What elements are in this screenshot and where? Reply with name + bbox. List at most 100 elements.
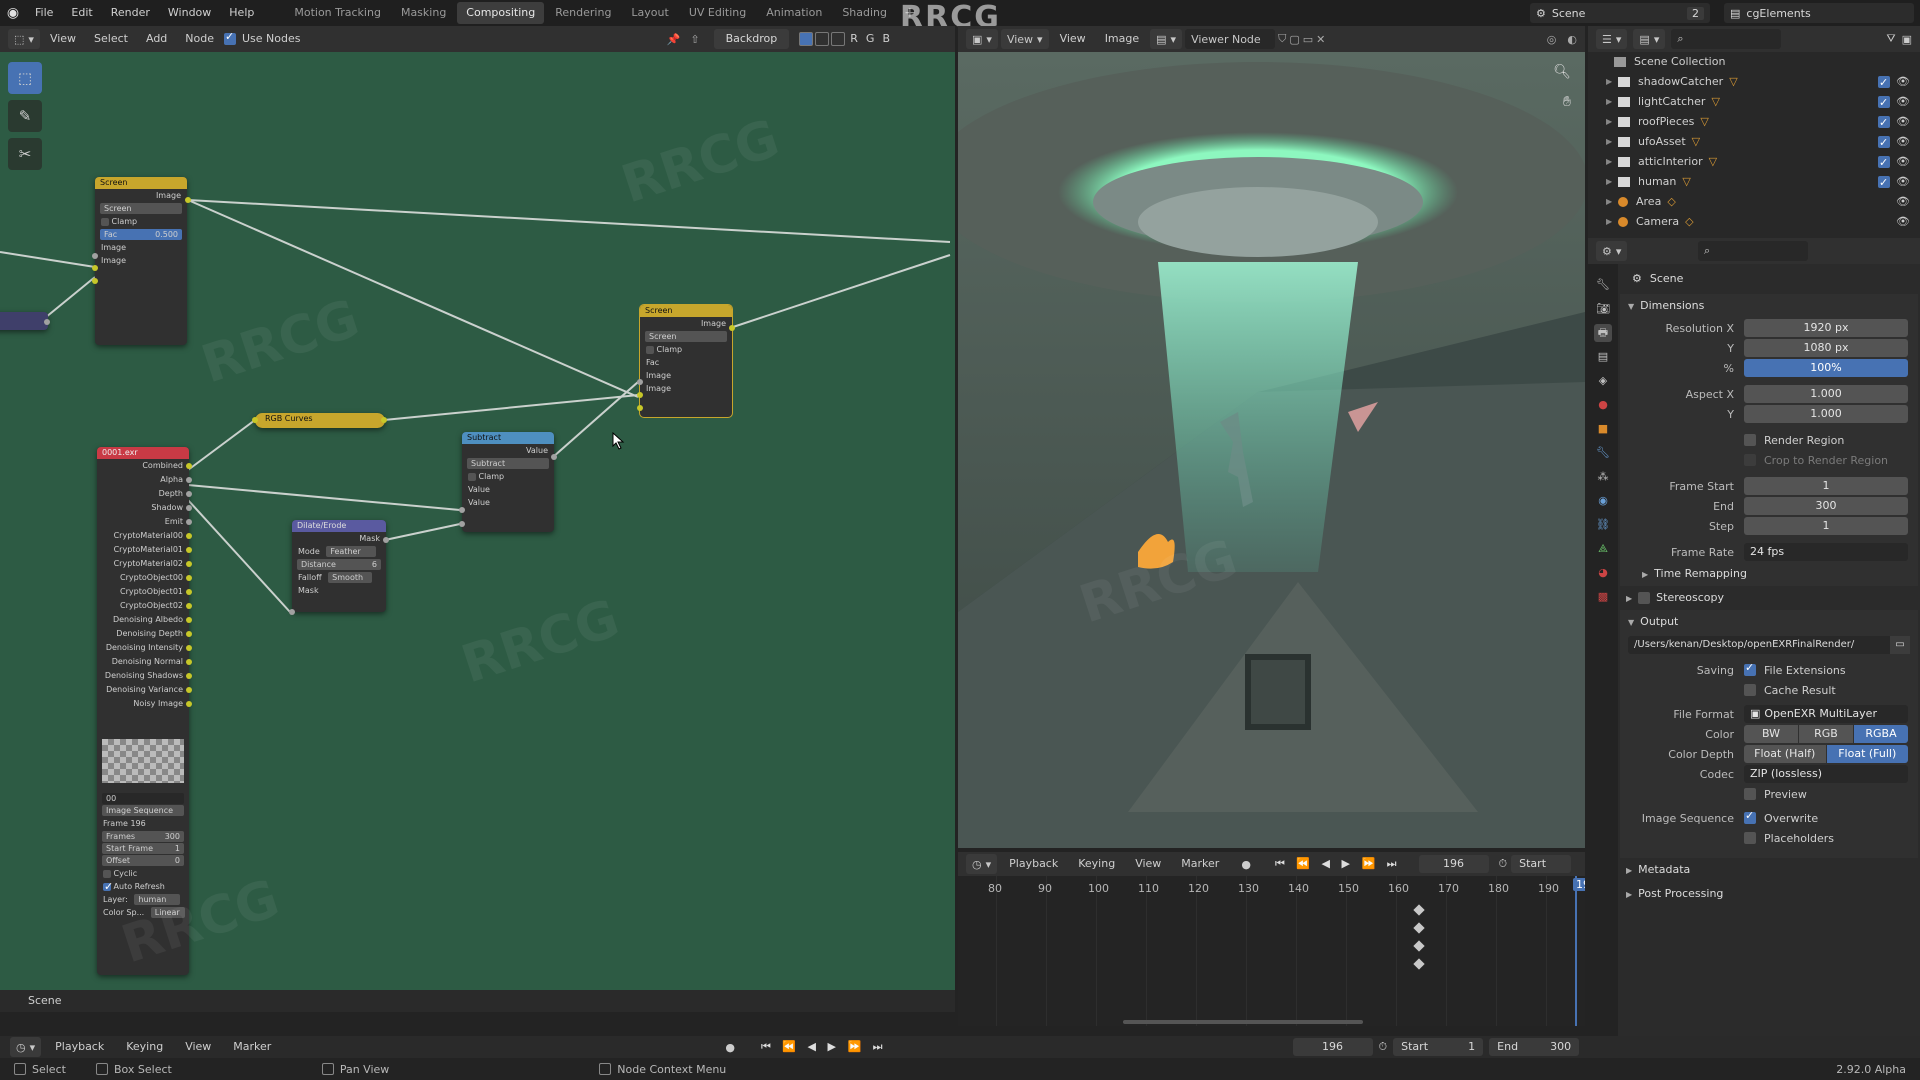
zoom-icon[interactable]: 🔍︎ bbox=[1553, 64, 1571, 80]
stereoscopy-checkbox[interactable] bbox=[1638, 592, 1651, 604]
timeline-body[interactable]: 80 90 100 110 120 130 140 150 160 170 180 190 196 bbox=[958, 876, 1585, 1026]
screen-node-1-clamp-checkbox[interactable] bbox=[101, 217, 109, 226]
expand-arrow-icon[interactable]: ▶ bbox=[1606, 112, 1612, 132]
exclude-checkbox[interactable] bbox=[1878, 113, 1890, 133]
partial-node-socket[interactable] bbox=[44, 319, 50, 325]
tab-masking[interactable]: Masking bbox=[392, 2, 455, 24]
screen-node-1-clamp[interactable]: Clamp bbox=[95, 215, 187, 228]
depth-full-button[interactable]: Float (Full) bbox=[1826, 745, 1908, 763]
dilate-falloff[interactable]: Falloff Smooth bbox=[292, 571, 386, 584]
channel-r[interactable]: R bbox=[847, 29, 861, 49]
node-menu-select[interactable]: Select bbox=[86, 29, 136, 49]
viewer-image[interactable]: 🔍︎ ✋︎ RRCG bbox=[958, 52, 1585, 848]
frame-end-field[interactable]: 300 bbox=[1744, 497, 1908, 515]
preview-toggle[interactable]: Preview bbox=[1744, 788, 1807, 801]
rgb-curves-node[interactable]: RGB Curves bbox=[255, 413, 385, 428]
outliner-item-roofpieces[interactable]: ▶ roofPieces ▽ 👁︎ bbox=[1588, 112, 1920, 133]
channel-g[interactable]: G bbox=[863, 29, 878, 49]
depth-half-button[interactable]: Float (Half) bbox=[1744, 745, 1826, 763]
screen-node-1-fac-socket[interactable] bbox=[92, 253, 98, 259]
folder-icon[interactable]: ▭ bbox=[1890, 636, 1910, 654]
screen-node-1-blend-dropdown[interactable]: Screen bbox=[100, 203, 182, 214]
image-cyclic[interactable]: Cyclic bbox=[97, 867, 189, 880]
layer-dropdown[interactable]: human bbox=[134, 894, 181, 905]
expand-arrow-icon[interactable]: ▶ bbox=[1606, 172, 1612, 192]
blender-logo-icon[interactable]: ◉ bbox=[0, 0, 26, 26]
eye-icon[interactable]: 👁︎ bbox=[1896, 192, 1910, 212]
image-output-socket[interactable] bbox=[186, 505, 192, 511]
data-tab-icon[interactable]: ⟁ bbox=[1594, 540, 1612, 558]
btl-start-field[interactable]: Start 1 bbox=[1393, 1038, 1484, 1056]
dilate-mode[interactable]: Mode Feather bbox=[292, 545, 386, 558]
playback-controls[interactable]: ⏮ ⏪ ◀ ▶ ⏩ ⏭ bbox=[1275, 857, 1401, 871]
cache-result-checkbox[interactable] bbox=[1744, 684, 1756, 696]
frame-start-field[interactable]: 1 bbox=[1744, 477, 1908, 495]
tl-menu-keying[interactable]: Keying bbox=[1070, 854, 1123, 874]
tab-rendering[interactable]: Rendering bbox=[546, 2, 620, 24]
output-tab-icon[interactable]: 🖶︎ bbox=[1594, 324, 1612, 342]
expand-arrow-icon[interactable]: ▶ bbox=[1606, 192, 1612, 212]
stereoscopy-panel[interactable]: ▶ Stereoscopy bbox=[1618, 586, 1920, 610]
frame-rate-dropdown[interactable]: 24 fps bbox=[1744, 543, 1908, 561]
backdrop-color-icon[interactable] bbox=[799, 32, 814, 46]
btl-menu-view[interactable]: View bbox=[177, 1037, 219, 1057]
subtract-node[interactable]: Subtract Value Subtract Clamp Value Valu… bbox=[462, 432, 554, 532]
screen-node-1-in2-socket[interactable] bbox=[92, 278, 98, 284]
cache-result-toggle[interactable]: Cache Result bbox=[1744, 684, 1836, 697]
file-format-dropdown[interactable]: ▣ OpenEXR MultiLayer bbox=[1744, 705, 1908, 723]
screen-node-2[interactable]: Screen Image Screen Clamp Fac Image Imag… bbox=[640, 305, 732, 417]
file-ext-toggle[interactable]: File Extensions bbox=[1744, 661, 1846, 677]
fake-user-icon[interactable]: ⛉ bbox=[1278, 32, 1286, 46]
btl-menu-keying[interactable]: Keying bbox=[118, 1037, 171, 1057]
btl-menu-marker[interactable]: Marker bbox=[225, 1037, 279, 1057]
cyclic-checkbox[interactable] bbox=[103, 869, 111, 878]
dilate-distance-field[interactable]: Distance 6 bbox=[297, 559, 381, 570]
image-node-header[interactable]: 0001.exr bbox=[97, 447, 189, 459]
image-output-socket[interactable] bbox=[186, 575, 192, 581]
menu-edit[interactable]: Edit bbox=[62, 0, 101, 26]
stopwatch-icon[interactable]: ⏱ bbox=[1379, 1040, 1388, 1054]
crop-region-toggle[interactable]: Crop to Render Region bbox=[1744, 454, 1888, 467]
image-output-socket[interactable] bbox=[186, 547, 192, 553]
tab-layout[interactable]: Layout bbox=[622, 2, 677, 24]
eye-icon[interactable]: 👁︎ bbox=[1896, 212, 1910, 232]
scene-selector[interactable]: ⚙ Scene 2 bbox=[1530, 3, 1710, 23]
image-output-socket[interactable] bbox=[186, 491, 192, 497]
dilate-erode-header[interactable]: Dilate/Erode bbox=[292, 520, 386, 532]
image-offset-field[interactable]: Offset 0 bbox=[102, 855, 184, 866]
partial-node[interactable] bbox=[0, 312, 48, 330]
gizmo-icon[interactable]: ◎ bbox=[1547, 33, 1557, 46]
image-output-socket[interactable] bbox=[186, 687, 192, 693]
outliner-item-ufoasset[interactable]: ▶ ufoAsset ▽ 👁︎ bbox=[1588, 132, 1920, 153]
aspect-x-field[interactable]: 1.000 bbox=[1744, 385, 1908, 403]
eye-icon[interactable]: 👁︎ bbox=[1896, 92, 1910, 112]
outliner-search[interactable]: ⌕ bbox=[1671, 29, 1782, 49]
overwrite-toggle[interactable]: Overwrite bbox=[1744, 809, 1818, 825]
image-output-socket[interactable] bbox=[186, 701, 192, 707]
image-layer[interactable]: Layer: human bbox=[97, 893, 189, 906]
image-source-dropdown[interactable]: Image Sequence bbox=[102, 805, 184, 816]
texture-tab-icon[interactable]: ▩ bbox=[1594, 588, 1612, 606]
subtract-out-socket[interactable] bbox=[551, 454, 557, 460]
tl-menu-playback[interactable]: Playback bbox=[1001, 854, 1066, 874]
image-browse-dropdown[interactable]: ▤ ▾ bbox=[1150, 29, 1183, 49]
pan-hand-icon[interactable]: ✋︎ bbox=[1563, 94, 1571, 110]
render-region-toggle[interactable]: Render Region bbox=[1744, 434, 1844, 447]
tab-animation[interactable]: Animation bbox=[757, 2, 831, 24]
image-start-field[interactable]: Start Frame 1 bbox=[102, 843, 184, 854]
physics-tab-icon[interactable]: ◉ bbox=[1594, 492, 1612, 510]
screen-node-2-clamp[interactable]: Clamp bbox=[640, 343, 732, 356]
constraints-tab-icon[interactable]: ⛓ bbox=[1594, 516, 1612, 534]
bottom-playback-controls[interactable]: ⏮ ⏪ ◀ ▶ ⏩ ⏭ bbox=[761, 1040, 887, 1054]
particles-tab-icon[interactable]: ⁂ bbox=[1594, 468, 1612, 486]
file-ext-checkbox[interactable] bbox=[1744, 661, 1756, 676]
screen-node-1-out-socket[interactable] bbox=[185, 197, 191, 203]
viewer-node-field[interactable]: Viewer Node bbox=[1185, 29, 1276, 49]
rgb-curves-out-socket[interactable] bbox=[381, 417, 387, 423]
screen-node-2-blend-dropdown[interactable]: Screen bbox=[645, 331, 727, 342]
screen-node-2-fac-socket[interactable] bbox=[637, 379, 643, 385]
res-pct-slider[interactable]: 100% bbox=[1744, 359, 1908, 377]
rgb-curves-header[interactable]: RGB Curves bbox=[255, 413, 385, 425]
outliner-scene-collection[interactable]: Scene Collection bbox=[1588, 52, 1920, 72]
btl-menu-playback[interactable]: Playback bbox=[47, 1037, 112, 1057]
